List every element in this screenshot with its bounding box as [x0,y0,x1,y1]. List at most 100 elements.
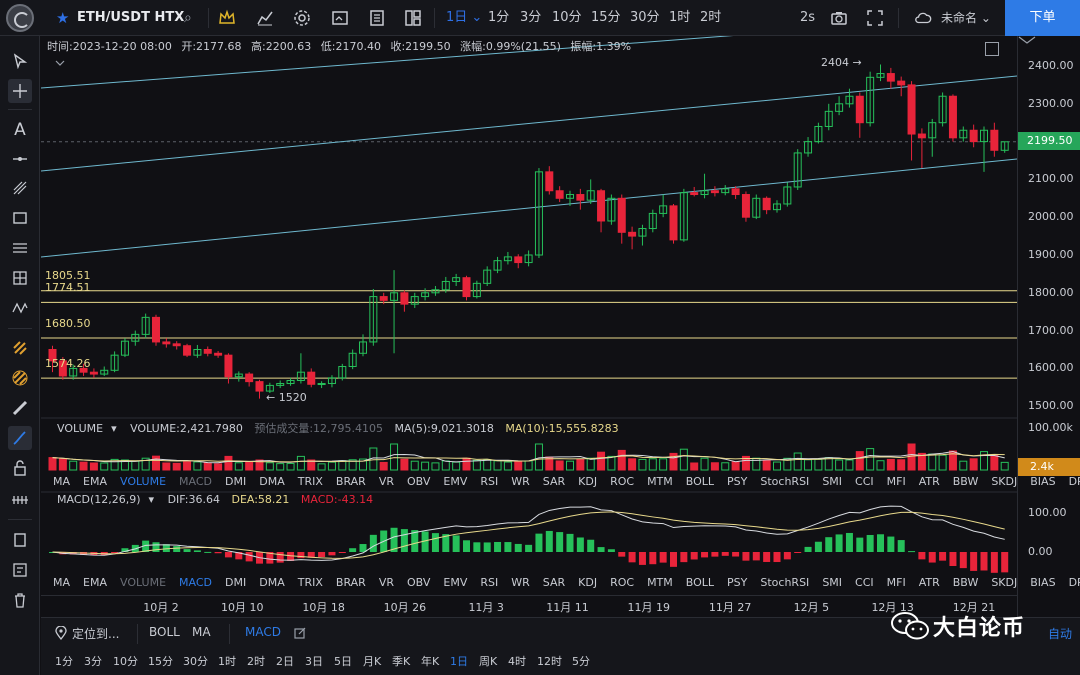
interval-option[interactable]: 2日 [276,653,294,669]
collapse-icon[interactable] [1018,36,1036,44]
layout-icon[interactable] [404,9,422,27]
indicator-tab-sar[interactable]: SAR [543,475,565,488]
indicator-tab-ma[interactable]: MA [53,475,70,488]
fullscreen-icon[interactable] [866,9,884,27]
indicator-tab-roc[interactable]: ROC [610,475,634,488]
horizontal-line-icon[interactable] [8,147,32,171]
interval-30m[interactable]: 30分 [630,0,660,36]
trash-icon[interactable] [8,588,32,612]
indicator-tab-kdj[interactable]: KDJ [578,576,597,589]
calendar-icon[interactable] [368,9,386,27]
rectangle-icon[interactable] [8,206,32,230]
indicator-tab-macd[interactable]: MACD [179,475,212,488]
indicator-tab-kdj[interactable]: KDJ [578,475,597,488]
location-pin-icon[interactable] [55,626,67,640]
interval-option[interactable]: 周K [479,653,497,669]
indicator-tab-rsi[interactable]: RSI [480,475,498,488]
overlay-ma[interactable]: MA [192,625,211,639]
trendline-icon[interactable] [8,176,32,200]
interval-option[interactable]: 1时 [218,653,236,669]
indicator-tab-dma[interactable]: DMA [259,475,285,488]
zigzag-icon[interactable] [8,296,32,320]
interval-1h[interactable]: 1时 [669,0,690,36]
interval-15m[interactable]: 15分 [591,0,621,36]
interval-option[interactable]: 5日 [334,653,352,669]
indicator-tab-bbw[interactable]: BBW [953,475,979,488]
indicator-tab-dmi[interactable]: DMI [225,576,246,589]
interval-1m[interactable]: 1分 [488,0,509,36]
lock-icon[interactable] [8,456,32,480]
channel-icon[interactable] [8,236,32,260]
interval-option[interactable]: 30分 [183,653,208,669]
layout-name-dropdown[interactable]: 未命名 ⌄ [941,0,991,36]
indicator-tab-mtm[interactable]: MTM [647,475,673,488]
indicator-tab-skdj[interactable]: SKDJ [991,475,1017,488]
indicator-tab-ema[interactable]: EMA [83,475,107,488]
search-icon[interactable]: ⌕ [184,0,192,36]
interval-option[interactable]: 5分 [572,653,590,669]
interval-dropdown[interactable]: 1日 ⌄ [446,0,482,36]
interval-option[interactable]: 年K [421,653,439,669]
active-indicator-macd[interactable]: MACD [245,625,281,639]
interval-option[interactable]: 3日 [305,653,323,669]
interval-option[interactable]: 1分 [55,653,73,669]
indicator-tab-psy[interactable]: PSY [727,576,747,589]
indicator-tab-smi[interactable]: SMI [822,576,842,589]
indicator-tab-mtm[interactable]: MTM [647,576,673,589]
expand-icon[interactable] [985,42,999,56]
indicator-tab-bbw[interactable]: BBW [953,576,979,589]
indicator-tab-dma[interactable]: DMA [259,576,285,589]
indicator-tab-boll[interactable]: BOLL [686,475,714,488]
symbol-title[interactable]: ETH/USDT HTX [77,0,184,36]
indicator-tab-vr[interactable]: VR [379,475,394,488]
indicator-tab-trix[interactable]: TRIX [298,475,323,488]
interval-option[interactable]: 3分 [84,653,102,669]
edit-icon[interactable] [294,627,306,639]
indicator-tab-brar[interactable]: BRAR [336,576,366,589]
indicator-tab-obv[interactable]: OBV [407,576,430,589]
indicator-tab-stochrsi[interactable]: StochRSI [760,475,809,488]
edit-list-icon[interactable] [8,558,32,582]
indicator-tab-cci[interactable]: CCI [855,475,874,488]
interval-option[interactable]: 2时 [247,653,265,669]
indicator-tab-sar[interactable]: SAR [543,576,565,589]
interval-option[interactable]: 4时 [508,653,526,669]
interval-option[interactable]: 15分 [148,653,173,669]
interval-option[interactable]: 10分 [113,653,138,669]
star-icon[interactable]: ★ [56,0,69,36]
candlestick-chart[interactable] [41,36,1080,617]
indicator-tab-ma[interactable]: MA [53,576,70,589]
price-axis[interactable]: 2400.002300.002200.002100.002000.001900.… [1017,36,1080,617]
camera-icon[interactable] [830,9,848,27]
indicator-tab-atr[interactable]: ATR [919,475,940,488]
gear-icon[interactable] [293,9,311,27]
indicator-tab-macd[interactable]: MACD [179,576,212,589]
refresh-seconds[interactable]: 2s [800,0,815,36]
indicator-tab-roc[interactable]: ROC [610,576,634,589]
interval-3m[interactable]: 3分 [520,0,541,36]
interval-10m[interactable]: 10分 [552,0,582,36]
indicator-tab-ema[interactable]: EMA [83,576,107,589]
indicator-tab-brar[interactable]: BRAR [336,475,366,488]
indicator-tab-boll[interactable]: BOLL [686,576,714,589]
place-order-button[interactable]: 下单 [1005,0,1080,36]
indicator-tab-volume[interactable]: VOLUME [120,576,166,589]
interval-2h[interactable]: 2时 [700,0,721,36]
indicator-tab-atr[interactable]: ATR [919,576,940,589]
indicator-tab-obv[interactable]: OBV [407,475,430,488]
indicator-tab-rsi[interactable]: RSI [480,576,498,589]
screenshot-icon[interactable] [331,9,349,27]
interval-option[interactable]: 1日 [450,653,468,669]
indicator-tab-emv[interactable]: EMV [443,475,467,488]
indicator-tab-mfi[interactable]: MFI [887,576,906,589]
macd-title[interactable]: MACD(12,26,9) [57,493,141,506]
ruler-icon[interactable] [8,396,32,420]
indicator-tab-skdj[interactable]: SKDJ [991,576,1017,589]
visibility-icon[interactable] [8,488,32,512]
indicator-tab-vr[interactable]: VR [379,576,394,589]
indicator-tab-psy[interactable]: PSY [727,475,747,488]
indicator-tab-cci[interactable]: CCI [855,576,874,589]
locate-button[interactable]: 定位到... [72,625,119,642]
cursor-icon[interactable] [8,49,32,73]
interval-option[interactable]: 12时 [537,653,562,669]
